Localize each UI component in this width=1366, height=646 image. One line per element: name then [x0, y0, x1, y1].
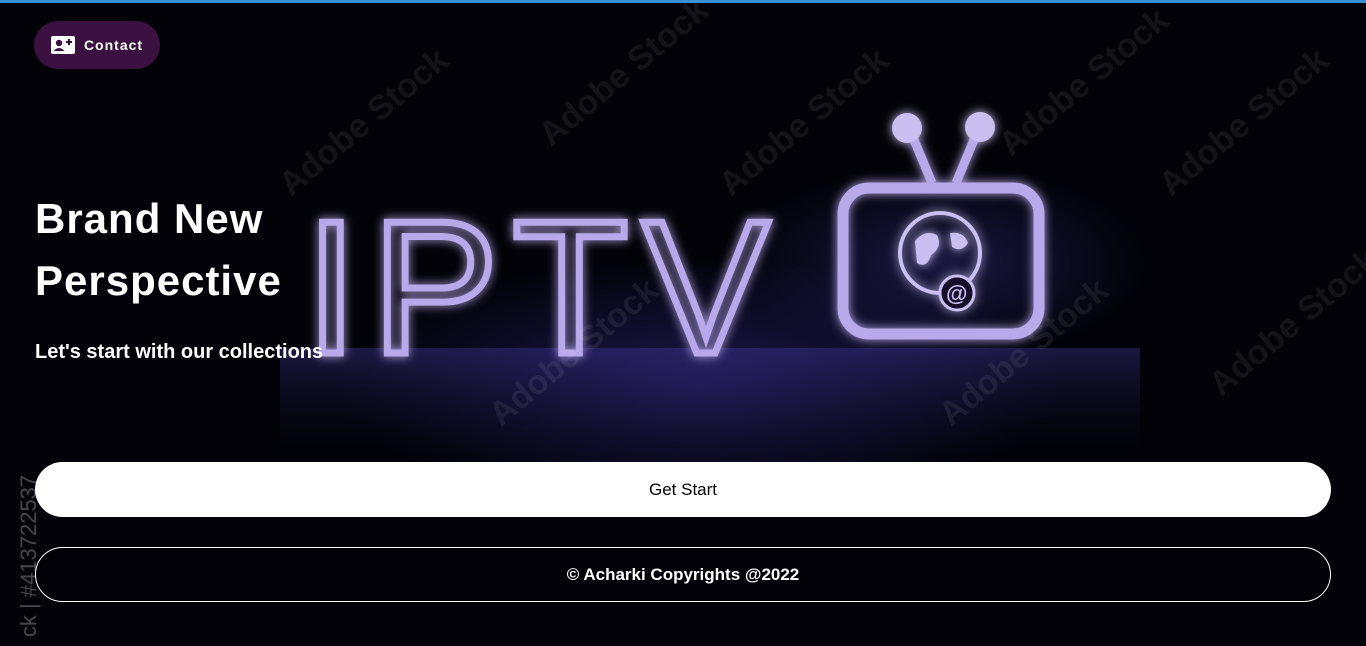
contact-button-label: Contact	[83, 37, 144, 53]
contact-card-icon	[50, 36, 75, 54]
hero-subtitle: Let's start with our collections	[35, 341, 324, 363]
hero-section: IPTV @ Adobe Stock Adobe Stock Adobe Sto…	[0, 3, 1366, 646]
tv-globe-icon: @	[837, 112, 1045, 340]
copyright-footer: © Acharki Copyrights @2022	[35, 547, 1331, 602]
iptv-neon-text: IPTV	[305, 182, 783, 394]
svg-text:@: @	[946, 281, 967, 306]
hero-title: Brand New Perspective	[35, 195, 282, 304]
contact-button[interactable]: Contact	[34, 21, 160, 69]
get-start-button[interactable]: Get Start	[35, 462, 1331, 517]
